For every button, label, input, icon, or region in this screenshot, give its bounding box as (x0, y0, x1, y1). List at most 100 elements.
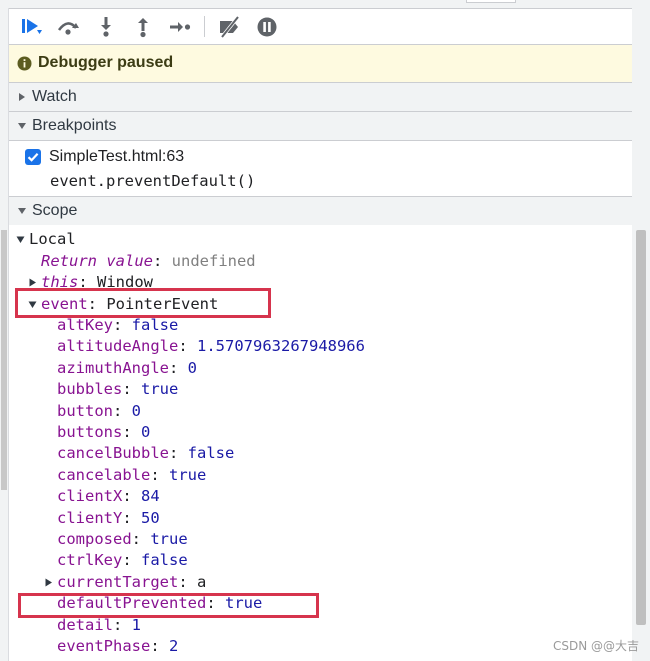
event-property-row[interactable]: bubbles: true (57, 379, 178, 400)
property-value: 50 (141, 508, 160, 527)
property-key: ctrlKey (57, 551, 123, 570)
key-value-separator: : (122, 508, 141, 527)
breakpoints-section-header[interactable]: Breakpoints (9, 111, 632, 141)
property-key: azimuthAngle (57, 358, 169, 377)
event-property-row[interactable]: clientX: 84 (57, 486, 160, 507)
checkmark-icon (27, 153, 39, 162)
property-key: detail (57, 615, 113, 634)
tab-remnant (466, 0, 516, 3)
property-value: 0 (187, 358, 197, 377)
property-value: true (169, 465, 207, 484)
event-property-row[interactable]: cancelBubble: false (57, 443, 234, 464)
deactivate-breakpoints-button[interactable] (216, 15, 242, 39)
debugger-toolbar (9, 9, 632, 45)
key-value-separator: : (150, 465, 169, 484)
step-into-icon (101, 17, 111, 37)
breakpoint-code-snippet[interactable]: event.preventDefault() (50, 172, 255, 190)
debugger-sidebar-panel: Debugger paused Watch Breakpoints Simple… (9, 9, 633, 661)
scope-section-header[interactable]: Scope (9, 196, 632, 226)
step-over-icon (57, 22, 79, 35)
breakpoint-item: SimpleTest.html:63 event.preventDefault(… (9, 141, 632, 196)
step-out-icon (138, 18, 148, 38)
key-value-separator: : (122, 423, 141, 441)
property-value: false (131, 316, 179, 334)
local-scope-label: Local (29, 230, 76, 248)
step-button[interactable] (167, 15, 193, 39)
property-value: undefined (171, 252, 256, 270)
resume-button[interactable] (18, 15, 44, 39)
step-into-button[interactable] (93, 15, 119, 39)
info-icon (17, 56, 32, 71)
property-key: altKey (57, 316, 113, 334)
watch-section-label: Watch (32, 88, 77, 105)
event-property-row[interactable]: buttons: 0 (57, 422, 150, 443)
expanded-triangle-icon (16, 236, 25, 243)
deactivate-breakpoints-icon (220, 15, 240, 39)
event-property-row[interactable]: altKey: false (57, 315, 178, 336)
key-value-separator: : (131, 530, 151, 548)
collapsed-triangle-icon (19, 93, 25, 101)
left-gutter (0, 8, 9, 661)
return-value-row[interactable]: Return value: undefined (41, 251, 256, 272)
scope-section-label: Scope (32, 202, 78, 219)
key-value-separator: : (113, 316, 132, 334)
property-key: clientY (57, 508, 123, 527)
property-key: currentTarget (57, 572, 179, 591)
property-key: clientX (57, 487, 123, 506)
event-property-row[interactable]: eventPhase: 2 (57, 636, 178, 657)
collapsed-triangle-icon (29, 278, 36, 287)
expanded-triangle-icon (18, 123, 26, 129)
property-key: cancelBubble (57, 444, 169, 463)
resume-icon (22, 19, 42, 34)
property-value: 1 (131, 615, 142, 634)
property-key: bubbles (57, 380, 123, 399)
property-key: buttons (57, 423, 123, 441)
property-value: 0 (131, 401, 142, 420)
property-key: eventPhase (57, 637, 151, 655)
event-property-row[interactable]: button: 0 (57, 401, 141, 422)
event-property-row[interactable]: azimuthAngle: 0 (57, 358, 197, 379)
event-property-row[interactable]: clientY: 50 (57, 508, 160, 529)
property-value: 0 (141, 423, 151, 441)
step-icon (170, 22, 191, 32)
key-value-separator: : (168, 444, 188, 463)
event-property-row[interactable]: cancelable: true (57, 465, 206, 486)
breakpoint-location[interactable]: SimpleTest.html:63 (49, 148, 184, 166)
watermark-text: CSDN @@大吉 (553, 639, 640, 653)
debugger-paused-banner: Debugger paused (9, 45, 632, 83)
key-value-separator: : (168, 358, 188, 377)
property-value: false (141, 551, 188, 570)
key-value-separator: : (113, 401, 132, 420)
breakpoints-section-label: Breakpoints (32, 117, 117, 134)
watch-section-header[interactable]: Watch (9, 82, 632, 112)
toolbar-separator (204, 16, 205, 37)
step-over-button[interactable] (55, 15, 81, 39)
event-property-row[interactable]: composed: true (57, 529, 188, 550)
pause-on-exceptions-button[interactable] (254, 15, 280, 39)
left-scroll-thumb[interactable] (1, 230, 7, 490)
key-value-separator: : (122, 380, 141, 399)
property-key: Return value (41, 252, 153, 270)
key-value-separator: : (113, 615, 132, 634)
right-scrollbar[interactable] (632, 8, 650, 661)
key-value-separator: : (178, 572, 197, 591)
pause-on-exceptions-icon (257, 17, 277, 37)
property-value: 84 (141, 487, 160, 506)
step-out-button[interactable] (130, 15, 156, 39)
scrollbar-thumb[interactable] (636, 230, 646, 625)
property-key: composed (57, 530, 132, 548)
property-value: 1.5707963267948966 (197, 337, 365, 356)
highlight-box-default-prevented (18, 593, 319, 618)
banner-text: Debugger paused (38, 54, 174, 71)
property-value: true (150, 530, 188, 548)
key-value-separator: : (152, 252, 172, 270)
breakpoint-checkbox[interactable] (25, 149, 41, 165)
property-value: a (197, 572, 207, 591)
event-property-row[interactable]: ctrlKey: false (57, 550, 188, 571)
event-property-row[interactable]: altitudeAngle: 1.5707963267948966 (57, 336, 365, 357)
property-value: false (187, 444, 235, 463)
key-value-separator: : (122, 487, 141, 506)
key-value-separator: : (122, 551, 141, 570)
key-value-separator: : (178, 337, 197, 356)
property-value: 2 (169, 637, 179, 655)
